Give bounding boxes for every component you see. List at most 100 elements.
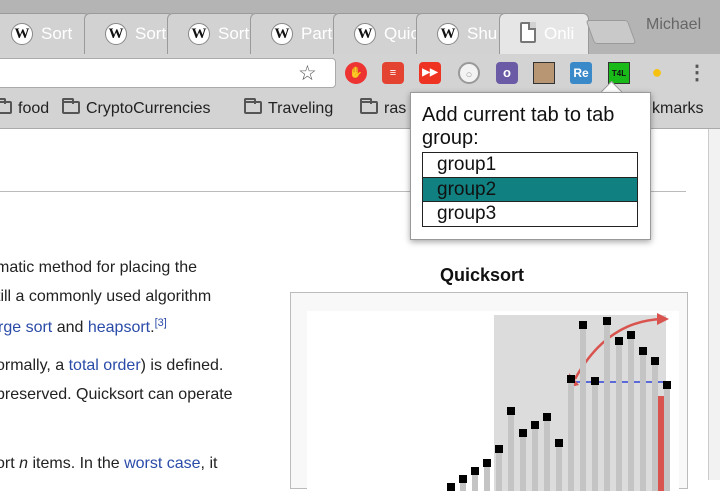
array-bar: [616, 337, 622, 491]
array-value-dot: [483, 459, 491, 467]
text-fragment: n: [19, 455, 29, 472]
bookmark-folder[interactable]: CryptoCurrencies: [62, 98, 211, 118]
array-bar: [568, 375, 574, 491]
array-bar: [544, 413, 550, 491]
group-option-selected[interactable]: group2: [423, 177, 637, 202]
wikipedia-icon: W: [437, 23, 459, 45]
duck-extension-icon[interactable]: ●: [646, 62, 668, 84]
array-value-dot: [615, 337, 623, 345]
article-line: rge sort and heapsort.[3]: [0, 317, 167, 337]
array-bar: [604, 317, 610, 491]
text-fragment: , it: [200, 455, 218, 472]
wikipedia-icon: W: [11, 23, 33, 45]
tab-label: Quic: [384, 24, 419, 43]
purple-badge-extension-icon[interactable]: o: [496, 62, 518, 84]
browser-tab[interactable]: W Sort: [167, 13, 257, 54]
array-bar: [640, 347, 646, 491]
array-value-dot: [591, 377, 599, 385]
folder-icon: [360, 98, 378, 114]
array-value-dot: [603, 317, 611, 325]
kebab-menu-icon[interactable]: ⋮: [687, 60, 707, 85]
avatar-extension-icon[interactable]: [533, 62, 555, 84]
tab-label: Sort: [218, 24, 250, 43]
tab-label: Onli: [544, 24, 575, 43]
browser-tab[interactable]: W Quic: [333, 13, 423, 54]
folder-icon: [62, 98, 80, 114]
stop-hand-extension-icon[interactable]: ✋: [345, 62, 367, 84]
citation-link[interactable]: [3]: [155, 317, 167, 329]
browser-tab-active[interactable]: Onli: [499, 13, 589, 54]
folder-icon: [244, 98, 262, 114]
todoist-extension-icon[interactable]: ≡: [382, 62, 404, 84]
array-value-dot: [507, 407, 515, 415]
array-bar: [580, 321, 586, 491]
bookmark-label: food: [18, 100, 50, 117]
array-value-dot: [471, 467, 479, 475]
array-value-dot: [459, 475, 467, 483]
array-value-dot: [531, 421, 539, 429]
bookmark-folder[interactable]: Traveling: [244, 98, 333, 118]
bookmark-folder[interactable]: ras: [360, 98, 406, 118]
group-option[interactable]: group1: [423, 153, 637, 177]
heapsort-link[interactable]: heapsort: [88, 319, 150, 336]
bookmark-star-icon[interactable]: ☆: [298, 61, 317, 86]
tab-group-popup: Add current tab to tab group: group1 gro…: [410, 92, 651, 240]
array-value-dot: [447, 483, 455, 491]
article-line: preserved. Quicksort can operate: [0, 386, 233, 403]
address-bar[interactable]: ☆: [0, 58, 336, 88]
document-icon: [520, 22, 536, 43]
globe-extension-icon[interactable]: ○: [458, 62, 480, 84]
infobox: [290, 292, 688, 491]
swap-arrow: [569, 313, 669, 387]
array-bar: [652, 357, 658, 491]
group-option[interactable]: group3: [423, 202, 637, 226]
array-bar: [520, 429, 526, 491]
re-extension-icon[interactable]: Re: [570, 62, 592, 84]
text-fragment: and: [52, 319, 88, 336]
group-list[interactable]: group1 group2 group3: [422, 152, 638, 227]
array-value-dot: [639, 347, 647, 355]
text-fragment: ormally, a: [0, 357, 69, 374]
tab-label: Part: [301, 24, 333, 43]
bookmark-folder[interactable]: food: [0, 98, 50, 118]
profile-name[interactable]: Michael: [646, 16, 701, 34]
array-value-dot: [627, 331, 635, 339]
array-value-dot: [663, 381, 671, 389]
folder-icon: [0, 98, 12, 114]
array-value-dot: [543, 413, 551, 421]
worst-case-link[interactable]: worst case: [124, 455, 200, 472]
browser-tab[interactable]: W Shu: [416, 13, 506, 54]
bookmark-item[interactable]: kmarks: [652, 100, 704, 118]
text-fragment: ) is defined.: [140, 357, 224, 374]
browser-tab[interactable]: W Part: [250, 13, 340, 54]
tab-strip: W Sort W Sort W Sort W Part W Quic W Shu…: [0, 0, 720, 54]
bookmark-label: CryptoCurrencies: [86, 100, 211, 117]
array-bar: [508, 407, 514, 491]
infobox-title: Quicksort: [440, 265, 525, 285]
array-value-dot: [519, 429, 527, 437]
array-value-dot: [495, 445, 503, 453]
browser-tab[interactable]: W Sort: [84, 13, 174, 54]
popup-title: Add current tab to tab group:: [422, 104, 615, 149]
total-order-link[interactable]: total order: [69, 357, 141, 374]
wikipedia-icon: W: [354, 23, 376, 45]
browser-tab[interactable]: W Sort: [0, 13, 90, 54]
merge-sort-link[interactable]: rge sort: [0, 319, 52, 336]
quicksort-animation: [307, 311, 679, 491]
array-bar: [532, 421, 538, 491]
wikipedia-icon: W: [105, 23, 127, 45]
scrollbar[interactable]: [708, 129, 720, 480]
array-value-dot: [651, 357, 659, 365]
wikipedia-icon: W: [271, 23, 293, 45]
tab-label: Sort: [135, 24, 167, 43]
tab-label: Sort: [41, 24, 73, 43]
array-value-dot: [555, 439, 563, 447]
article-line: ormally, a total order) is defined.: [0, 357, 223, 375]
article-line: matic method for placing the: [0, 259, 197, 276]
new-tab-button[interactable]: [585, 20, 637, 44]
tab-label: Shu: [467, 24, 498, 43]
fast-forward-extension-icon[interactable]: ▶▶: [419, 62, 441, 84]
array-bar: [664, 381, 670, 491]
array-value-dot: [567, 375, 575, 383]
article-line: ort n items. In the worst case, it: [0, 455, 217, 473]
